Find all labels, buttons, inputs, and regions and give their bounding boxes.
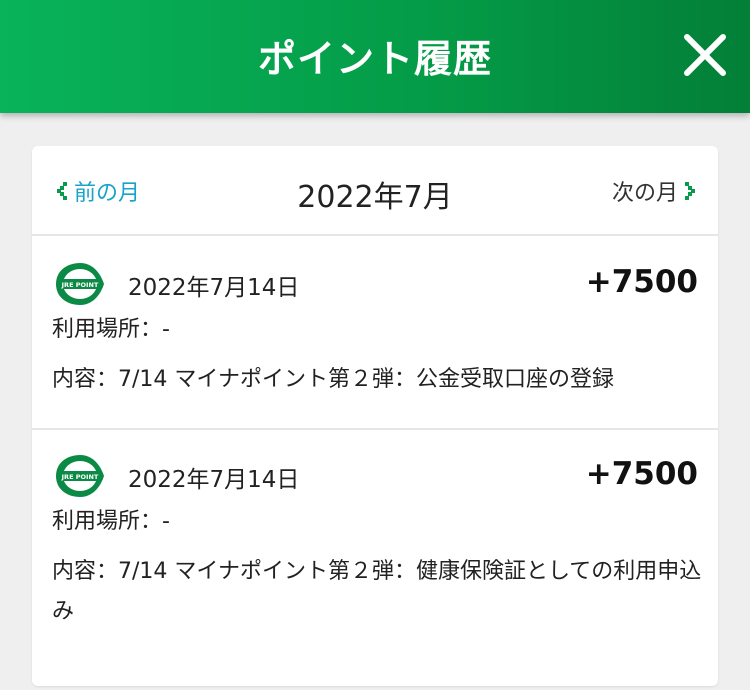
jre-point-logo: JRE POINT	[56, 263, 104, 305]
entry-content: 内容：7/14 マイナポイント第２弾：健康保険証としての利用申込み	[52, 559, 702, 624]
chevron-right-icon	[685, 182, 695, 200]
app-header: ポイント履歴	[0, 0, 750, 113]
entry-date: 2022年7月14日	[128, 467, 300, 493]
history-entry: JRE POINT 2022年7月14日 +7500 利用場所：- 内容：7/1…	[32, 238, 718, 430]
entry-content: 内容：7/14 マイナポイント第２弾：公金受取口座の登録	[52, 367, 614, 392]
history-card: 前の月 2022年7月 次の月 JRE POINT 2022年7月14日 +75…	[32, 146, 718, 686]
close-icon	[684, 34, 726, 76]
jre-point-logo: JRE POINT	[56, 455, 104, 497]
entry-points: +7500	[585, 264, 698, 300]
entry-points: +7500	[585, 456, 698, 492]
entry-date: 2022年7月14日	[128, 275, 300, 301]
month-navigation: 前の月 2022年7月 次の月	[32, 146, 718, 236]
page-title: ポイント履歴	[257, 37, 492, 81]
next-month-label: 次の月	[611, 181, 678, 206]
svg-text:JRE POINT: JRE POINT	[61, 281, 99, 289]
svg-text:JRE POINT: JRE POINT	[61, 473, 99, 481]
close-button[interactable]	[682, 32, 728, 78]
entry-place: 利用場所：-	[52, 509, 170, 534]
entry-place: 利用場所：-	[52, 317, 170, 342]
history-entry: JRE POINT 2022年7月14日 +7500 利用場所：- 内容：7/1…	[32, 430, 718, 690]
next-month-link[interactable]: 次の月	[612, 176, 700, 206]
